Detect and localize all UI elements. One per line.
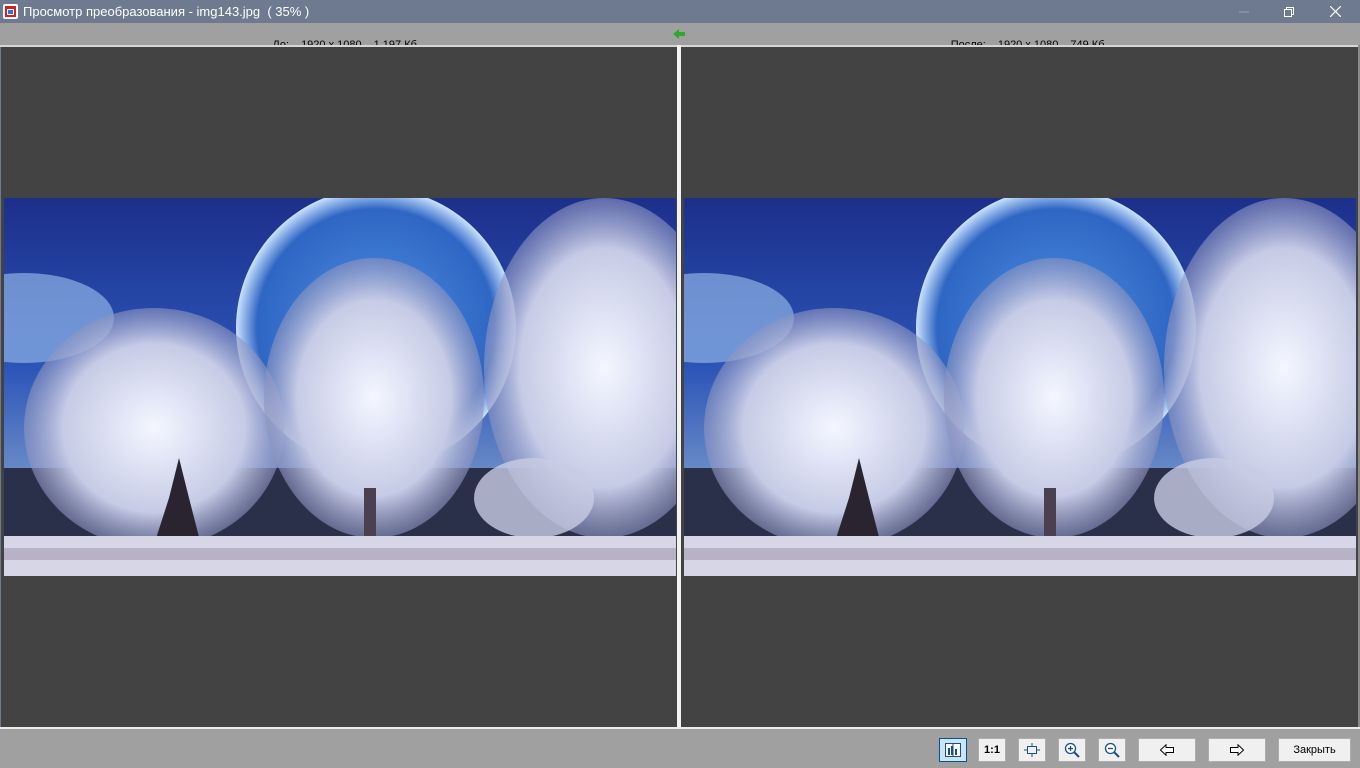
close-icon [1329, 6, 1341, 17]
title-bar: Просмотр преобразования - img143.jpg ( 3… [0, 0, 1360, 23]
before-image [4, 198, 676, 576]
next-button[interactable] [1208, 738, 1266, 762]
zoom-out-icon [1104, 742, 1120, 758]
arrow-right-icon [1230, 744, 1244, 756]
actual-size-icon: 1:1 [984, 744, 1000, 756]
zoom-out-button[interactable] [1098, 738, 1126, 762]
close-button[interactable]: Закрыть [1278, 738, 1351, 762]
split-view-icon [945, 743, 961, 757]
before-preview-pane[interactable] [1, 47, 677, 727]
minimize-icon [1239, 11, 1249, 12]
fit-to-window-icon [1024, 743, 1040, 757]
close-window-button[interactable] [1312, 0, 1358, 23]
close-button-label: Закрыть [1293, 744, 1336, 756]
split-view-button[interactable] [939, 738, 967, 762]
after-image [684, 198, 1356, 576]
bottom-toolbar: 1:1 Закрыть [0, 729, 1360, 768]
restore-icon [1284, 6, 1294, 17]
info-bar: До:1920 x 10801 197 Кб После:1920 x 1080… [0, 23, 1360, 51]
previous-button[interactable] [1138, 738, 1196, 762]
arrow-left-icon [1160, 744, 1174, 756]
app-icon [3, 4, 18, 19]
zoom-in-button[interactable] [1058, 738, 1086, 762]
minimize-button[interactable] [1221, 0, 1267, 23]
actual-size-button[interactable]: 1:1 [978, 738, 1006, 762]
fit-to-window-button[interactable] [1018, 738, 1046, 762]
restore-button[interactable] [1266, 0, 1312, 23]
after-preview-pane[interactable] [681, 47, 1358, 727]
zoom-in-icon [1064, 742, 1080, 758]
window-title: Просмотр преобразования - img143.jpg ( 3… [23, 4, 310, 19]
